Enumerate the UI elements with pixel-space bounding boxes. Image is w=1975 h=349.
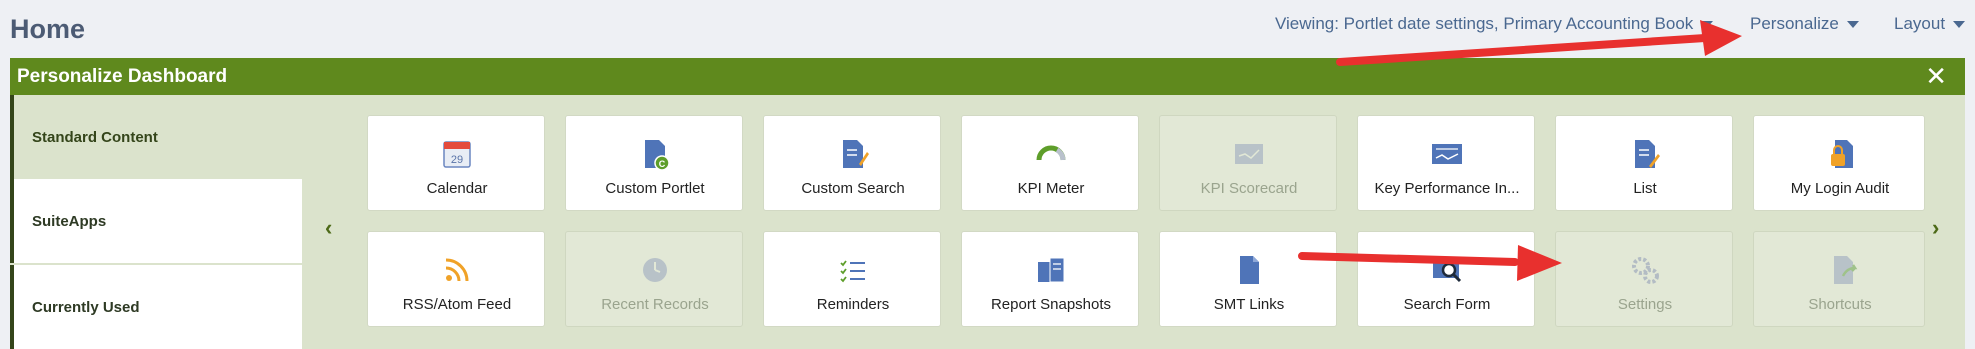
- tile-custom-portlet[interactable]: C Custom Portlet: [565, 115, 743, 211]
- tile-calendar[interactable]: 29 Calendar: [367, 115, 545, 211]
- login-audit-icon: [1831, 140, 1853, 168]
- personalize-menu[interactable]: Personalize: [1750, 14, 1859, 34]
- tile-label: RSS/Atom Feed: [402, 296, 512, 313]
- tile-my-login-audit[interactable]: My Login Audit: [1753, 115, 1925, 211]
- calendar-icon: 29: [443, 141, 471, 168]
- tile-kpi-scorecard[interactable]: KPI Scorecard: [1159, 115, 1337, 211]
- sidebar-item-label: Standard Content: [32, 128, 158, 146]
- gear-icon: [1632, 257, 1659, 284]
- tile-rss-atom-feed[interactable]: RSS/Atom Feed: [367, 231, 545, 327]
- key-performance-icon: [1432, 144, 1462, 164]
- sidebar-item-currently-used[interactable]: Currently Used: [10, 265, 302, 349]
- tile-label: Key Performance In...: [1374, 180, 1520, 197]
- personalize-label: Personalize: [1750, 14, 1839, 33]
- tile-label: Custom Search: [801, 180, 905, 197]
- chevron-down-icon: [1701, 21, 1714, 29]
- page-title: Home: [10, 14, 86, 44]
- content-sidebar: Standard Content SuiteApps Currently Use…: [10, 95, 302, 349]
- sidebar-item-suiteapps[interactable]: SuiteApps: [10, 179, 302, 263]
- tile-key-performance-indicators[interactable]: Key Performance In...: [1357, 115, 1535, 211]
- personalize-dashboard-panel: Personalize Dashboard ✕ Standard Content…: [10, 58, 1965, 349]
- tile-report-snapshots[interactable]: Report Snapshots: [961, 231, 1139, 327]
- kpi-scorecard-icon: [1235, 144, 1263, 164]
- tile-label: Custom Portlet: [605, 180, 705, 197]
- panel-body: Standard Content SuiteApps Currently Use…: [10, 95, 1965, 349]
- sidebar-item-label: SuiteApps: [32, 212, 107, 230]
- chevron-down-icon: [1953, 21, 1966, 29]
- tile-label: Reminders: [816, 296, 890, 313]
- tile-kpi-meter[interactable]: KPI Meter: [961, 115, 1139, 211]
- tile-shortcuts[interactable]: Shortcuts: [1753, 231, 1925, 327]
- search-form-icon: [1433, 260, 1462, 283]
- viewing-label: Viewing: Portlet date settings, Primary …: [1275, 14, 1694, 33]
- svg-text:29: 29: [451, 154, 463, 166]
- tile-label: Search Form: [1403, 296, 1491, 313]
- tile-label: Shortcuts: [1808, 296, 1872, 313]
- prev-arrow-icon[interactable]: ‹: [325, 215, 332, 241]
- viewing-dropdown[interactable]: Viewing: Portlet date settings, Primary …: [1275, 14, 1714, 34]
- chevron-down-icon: [1846, 21, 1859, 29]
- panel-title: Personalize Dashboard: [17, 66, 228, 87]
- tile-recent-records[interactable]: Recent Records: [565, 231, 743, 327]
- panel-header: Personalize Dashboard ✕: [10, 58, 1965, 95]
- tile-label: Calendar: [426, 180, 488, 197]
- svg-text:C: C: [659, 159, 666, 169]
- tile-label: Report Snapshots: [990, 296, 1112, 313]
- report-snapshots-icon: [1038, 257, 1065, 283]
- custom-portlet-icon: C: [645, 140, 670, 171]
- next-arrow-icon[interactable]: ›: [1932, 215, 1939, 241]
- tile-label: SMT Links: [1213, 296, 1285, 313]
- sidebar-item-label: Currently Used: [32, 298, 140, 316]
- tile-label: KPI Meter: [1017, 180, 1085, 197]
- document-icon: [1240, 256, 1259, 284]
- tile-smt-links[interactable]: SMT Links: [1159, 231, 1337, 327]
- tile-label: My Login Audit: [1790, 180, 1890, 197]
- layout-label: Layout: [1894, 14, 1946, 33]
- tile-label: KPI Scorecard: [1200, 180, 1298, 197]
- shortcuts-icon: [1834, 256, 1858, 284]
- tile-settings[interactable]: Settings: [1555, 231, 1733, 327]
- checklist-icon: [840, 260, 865, 283]
- tile-label: Recent Records: [601, 296, 709, 313]
- list-icon: [1635, 140, 1660, 168]
- tile-reminders[interactable]: Reminders: [763, 231, 941, 327]
- close-icon[interactable]: ✕: [1925, 62, 1947, 90]
- tile-label: List: [1633, 180, 1657, 197]
- custom-search-icon: [843, 140, 869, 168]
- tile-list[interactable]: List: [1555, 115, 1733, 211]
- top-bar: Home Viewing: Portlet date settings, Pri…: [0, 0, 1975, 58]
- sidebar-item-standard-content[interactable]: Standard Content: [10, 95, 302, 179]
- rss-icon: [445, 258, 469, 282]
- tile-search-form[interactable]: Search Form: [1357, 231, 1535, 327]
- tile-label: Settings: [1617, 296, 1673, 313]
- layout-menu[interactable]: Layout: [1894, 14, 1966, 34]
- clock-icon: [643, 258, 667, 282]
- tile-custom-search[interactable]: Custom Search: [763, 115, 941, 211]
- kpi-meter-icon: [1036, 145, 1066, 161]
